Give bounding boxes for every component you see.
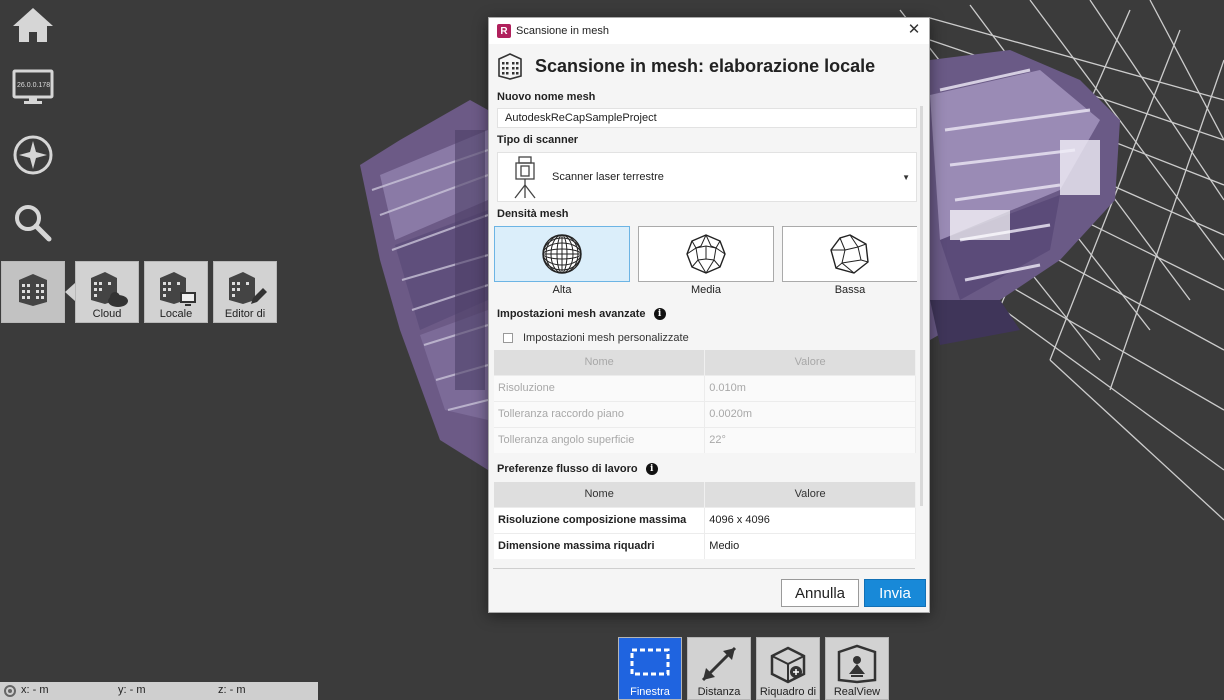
window-title: Scansione in mesh: [516, 25, 609, 37]
workflow-header: Preferenze flusso di lavoro i: [497, 463, 658, 476]
dialog-header: Scansione in mesh: elaborazione locale: [489, 44, 929, 88]
setting-value: 0.0020m: [704, 400, 916, 427]
bottom-tool-label: Finestra: [630, 686, 670, 698]
mesh-tool-editor[interactable]: Editor di: [213, 261, 277, 323]
column-header: Nome: [494, 350, 706, 375]
mesh-tool-label: Editor di: [224, 308, 266, 320]
bottom-tool-label: RealView: [833, 686, 881, 698]
dialog-heading: Scansione in mesh: elaborazione locale: [535, 55, 876, 76]
home-icon[interactable]: [8, 0, 58, 50]
custom-settings-label: Impostazioni mesh personalizzate: [523, 332, 689, 344]
workflow-label: Preferenze flusso di lavoro: [497, 463, 638, 475]
compass-icon[interactable]: [8, 130, 58, 180]
z-coordinate: z: - m: [218, 684, 246, 696]
setting-name: Risoluzione composizione massima: [494, 506, 706, 533]
density-option-high[interactable]: [494, 226, 630, 282]
mesh-name-input[interactable]: AutodeskReCapSampleProject: [497, 108, 917, 128]
setting-name: Dimensione massima riquadri: [494, 532, 706, 559]
mesh-tool-main[interactable]: [1, 261, 65, 323]
setting-value: 0.010m: [704, 374, 916, 401]
setting-value: 22°: [704, 426, 916, 453]
recap-logo-icon: R: [497, 24, 511, 38]
monitor-icon[interactable]: 26.0.0.178: [8, 62, 58, 112]
distance-icon: [701, 646, 737, 682]
scanner-label: Tipo di scanner: [497, 134, 579, 146]
custom-settings-row[interactable]: Impostazioni mesh personalizzate: [503, 332, 689, 344]
building-mesh-icon: [19, 274, 47, 306]
advanced-settings-label: Impostazioni mesh avanzate: [497, 308, 646, 320]
setting-name: Tolleranza raccordo piano: [494, 400, 706, 427]
density-option-low[interactable]: [782, 226, 917, 282]
sphere-low-icon: [830, 234, 869, 274]
mesh-tool-cloud[interactable]: Cloud: [75, 261, 139, 323]
column-header: Nome: [494, 482, 706, 507]
building-mesh-icon: [498, 53, 522, 80]
ip-address-label: 26.0.0.178: [17, 82, 51, 89]
info-icon[interactable]: i: [653, 308, 666, 321]
column-header: Valore: [704, 482, 916, 507]
dropdown-arrow-icon: ▼: [902, 173, 910, 182]
content-scrollbar[interactable]: [920, 106, 923, 506]
density-option-medium[interactable]: [638, 226, 774, 282]
scanner-type-select[interactable]: Scanner laser terrestre ▼: [497, 152, 917, 202]
workflow-table: Nome Valore Risoluzione composizione mas…: [494, 482, 916, 559]
advanced-settings-header: Impostazioni mesh avanzate i: [497, 308, 666, 321]
status-bar: x: - m y: - m z: - m: [0, 682, 318, 700]
scanner-type-value: Scanner laser terrestre: [552, 171, 664, 183]
name-label: Nuovo nome mesh: [497, 91, 596, 103]
distance-tool[interactable]: Distanza: [687, 637, 751, 700]
scan-to-mesh-dialog: R Scansione in mesh ✕ Scansione in mesh:…: [488, 17, 930, 613]
sphere-medium-icon: [686, 234, 726, 274]
setting-value[interactable]: Medio: [704, 532, 916, 559]
flyout-arrow: [65, 283, 75, 301]
cancel-button[interactable]: Annulla: [781, 579, 859, 607]
y-coordinate: y: - m: [118, 684, 146, 696]
submit-button[interactable]: Invia: [864, 579, 926, 607]
cloud-icon: [91, 272, 128, 307]
setting-name: Risoluzione: [494, 374, 706, 401]
density-option-label: Bassa: [834, 284, 866, 296]
bottom-tool-label: Distanza: [697, 686, 741, 698]
mesh-tool-label: Cloud: [92, 308, 122, 320]
info-icon[interactable]: i: [645, 463, 658, 476]
scanner-icon: [514, 156, 536, 199]
mesh-tool-local[interactable]: Locale: [144, 261, 208, 323]
realview-tool[interactable]: RealView: [825, 637, 889, 700]
mesh-tool-label: Locale: [159, 308, 193, 320]
dialog-titlebar: R Scansione in mesh ✕: [489, 18, 929, 44]
window-select-icon: [630, 648, 670, 676]
search-icon[interactable]: [8, 198, 58, 248]
table-header-row: Nome Valore: [494, 482, 916, 507]
density-option-label: Media: [691, 284, 721, 296]
table-header-row: Nome Valore: [494, 350, 916, 375]
dialog-content: Nuovo nome mesh AutodeskReCapSampleProje…: [493, 88, 917, 566]
local-computer-icon: [160, 272, 196, 306]
box-icon: [770, 646, 806, 684]
table-row[interactable]: Dimensione massima riquadri Medio: [494, 532, 916, 559]
column-header: Valore: [704, 350, 916, 375]
close-button[interactable]: ✕: [907, 22, 921, 37]
table-row: Tolleranza raccordo piano 0.0020m: [494, 400, 916, 427]
table-row: Risoluzione 0.010m: [494, 374, 916, 401]
custom-settings-checkbox[interactable]: [503, 333, 513, 343]
table-row[interactable]: Risoluzione composizione massima 4096 x …: [494, 506, 916, 533]
edit-pencil-icon: [229, 272, 267, 304]
setting-name: Tolleranza angolo superficie: [494, 426, 706, 453]
window-select-tool[interactable]: Finestra: [618, 637, 682, 700]
density-label: Densità mesh: [497, 208, 569, 220]
x-coordinate: x: - m: [21, 684, 49, 696]
density-option-label: Alta: [552, 284, 572, 296]
setting-value[interactable]: 4096 x 4096: [704, 506, 916, 533]
bottom-tool-label: Riquadro di: [759, 686, 817, 698]
bounding-box-tool[interactable]: Riquadro di: [756, 637, 820, 700]
realview-icon: [837, 644, 877, 684]
settings-gear-icon[interactable]: [3, 684, 17, 698]
sphere-high-icon: [542, 234, 582, 274]
footer-divider: [493, 568, 915, 569]
advanced-settings-table: Nome Valore Risoluzione 0.010m Tolleranz…: [494, 350, 916, 453]
table-row: Tolleranza angolo superficie 22°: [494, 426, 916, 453]
